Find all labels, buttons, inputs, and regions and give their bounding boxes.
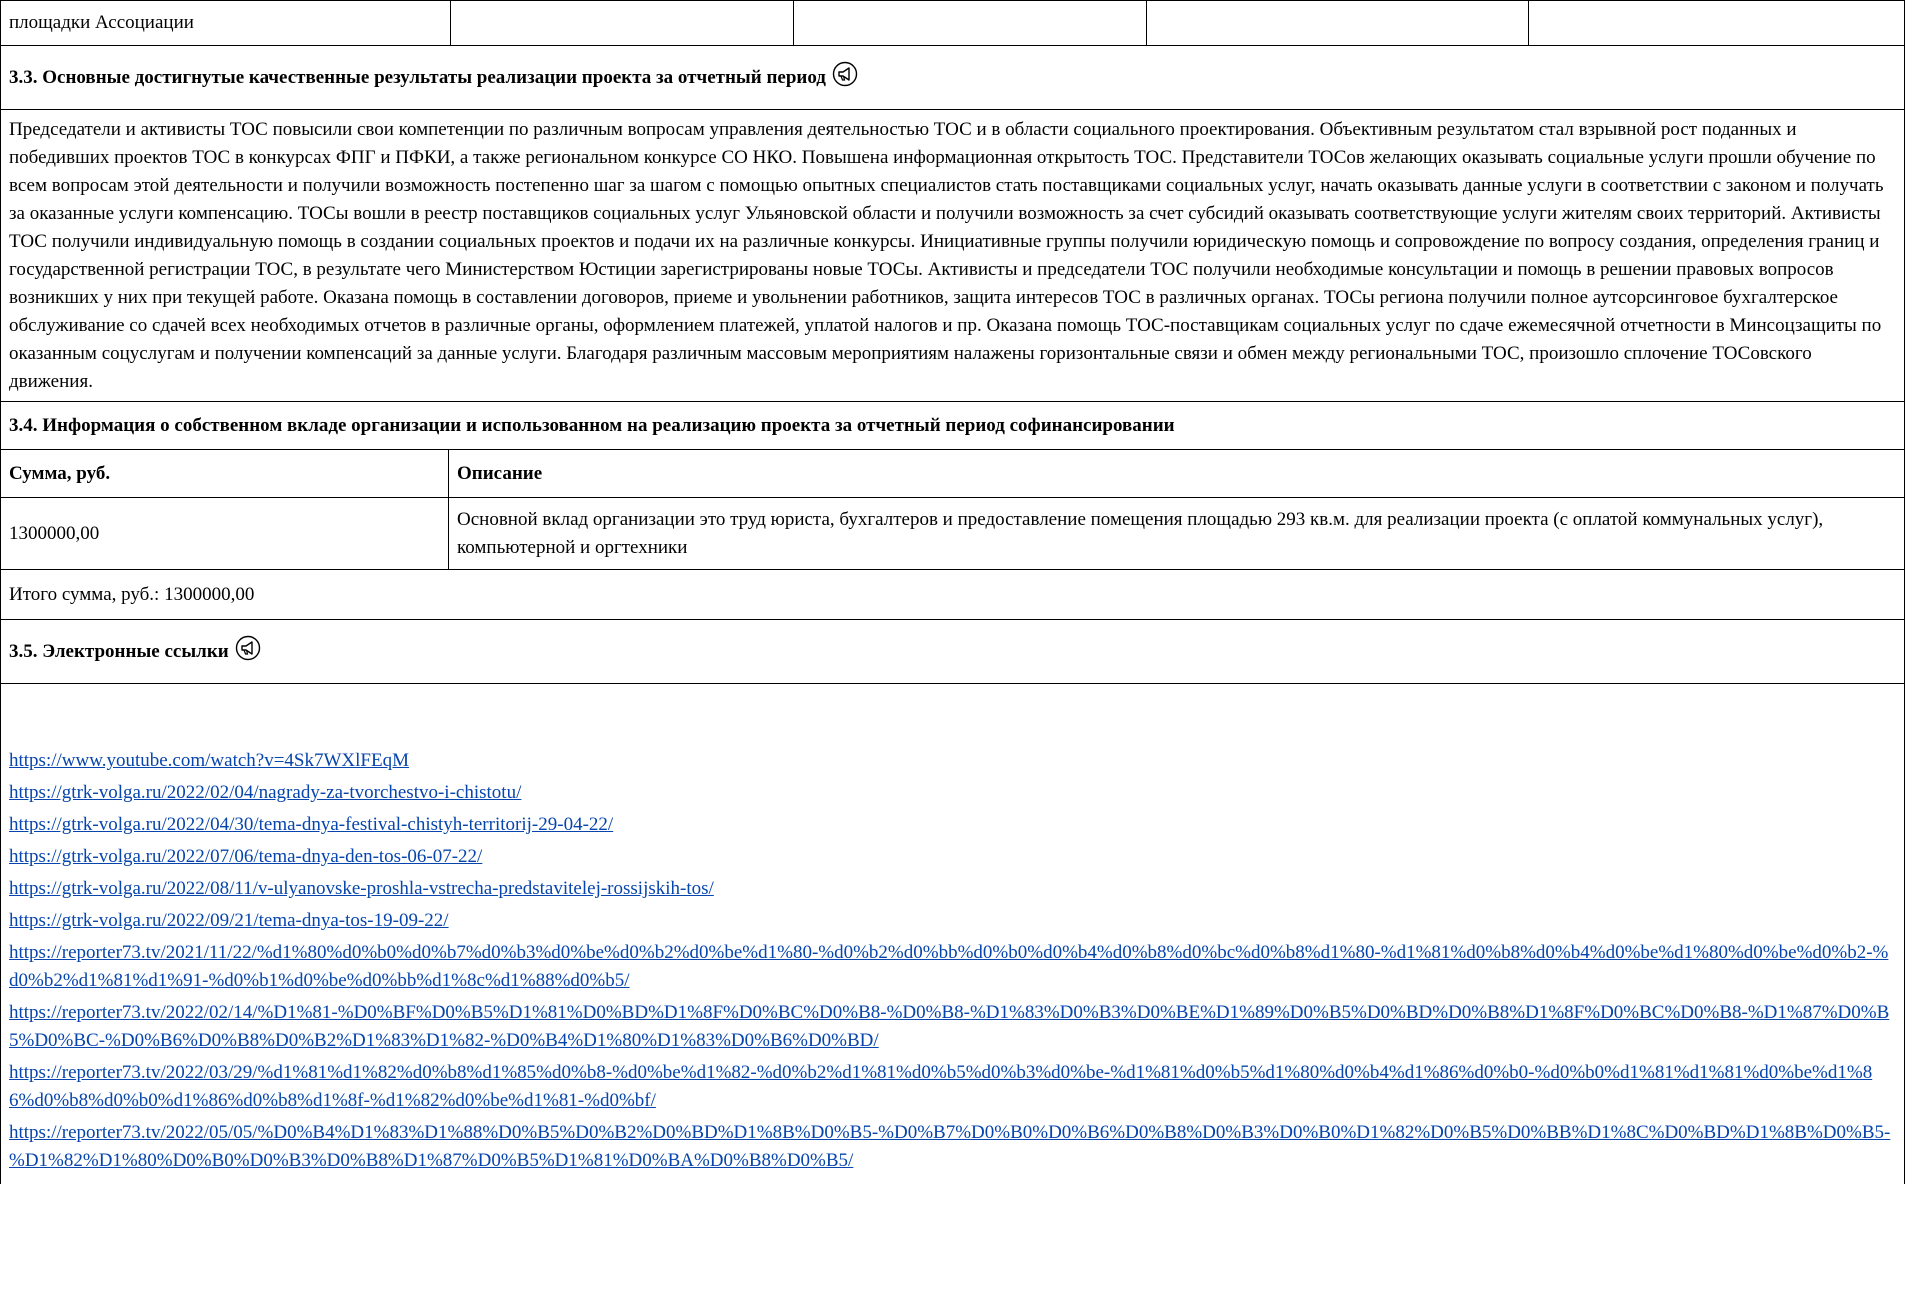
link-item[interactable]: https://gtrk-volga.ru/2022/08/11/v-ulyan… [9, 875, 1896, 903]
section-3-4-title: 3.4. Информация о собственном вкладе орг… [1, 402, 1904, 450]
cell-description: Основной вклад организации это труд юрис… [457, 508, 1824, 558]
section-3-3-title: 3.3. Основные достигнутые качественные р… [9, 66, 826, 88]
col-header-sum: Сумма, руб. [1, 450, 449, 497]
table-header-row: Сумма, руб. Описание [1, 450, 1904, 498]
megaphone-circle-icon[interactable] [832, 61, 858, 87]
cell-label: площадки Ассоциации [1, 1, 451, 45]
megaphone-circle-icon[interactable] [235, 635, 261, 661]
cell-sum: 1300000,00 [1, 498, 449, 569]
report-page: площадки Ассоциации 3.3. Основные достиг… [0, 0, 1905, 1184]
link-item[interactable]: https://www.youtube.com/watch?v=4Sk7WXlF… [9, 747, 1896, 775]
link-item[interactable]: https://gtrk-volga.ru/2022/02/04/nagrady… [9, 779, 1896, 807]
link-item[interactable]: https://reporter73.tv/2022/05/05/%D0%B4%… [9, 1119, 1896, 1175]
table-row: 1300000,00 Основной вклад организации эт… [1, 498, 1904, 570]
link-item[interactable]: https://gtrk-volga.ru/2022/07/06/tema-dn… [9, 843, 1896, 871]
table-fragment-row: площадки Ассоциации [1, 0, 1904, 46]
col-header-description: Описание [457, 462, 543, 484]
link-item[interactable]: https://reporter73.tv/2022/03/29/%d1%81%… [9, 1059, 1896, 1115]
section-3-3-header: 3.3. Основные достигнутые качественные р… [1, 46, 1904, 110]
empty-cell [794, 1, 1147, 45]
links-list: https://www.youtube.com/watch?v=4Sk7WXlF… [1, 684, 1904, 1184]
link-item[interactable]: https://gtrk-volga.ru/2022/04/30/tema-dn… [9, 811, 1896, 839]
empty-cell [1529, 1, 1904, 45]
link-item[interactable]: https://reporter73.tv/2021/11/22/%d1%80%… [9, 939, 1896, 995]
empty-cell [451, 1, 794, 45]
section-3-5-title: 3.5. Электронные ссылки [9, 640, 229, 662]
link-item[interactable]: https://reporter73.tv/2022/02/14/%D1%81-… [9, 999, 1896, 1055]
section-3-5-header: 3.5. Электронные ссылки [1, 620, 1904, 684]
link-item[interactable]: https://gtrk-volga.ru/2022/09/21/tema-dn… [9, 907, 1896, 935]
empty-cell [1147, 1, 1529, 45]
section-3-3-text: Председатели и активисты ТОС повысили св… [1, 110, 1904, 402]
total-sum: Итого сумма, руб.: 1300000,00 [1, 570, 1904, 620]
